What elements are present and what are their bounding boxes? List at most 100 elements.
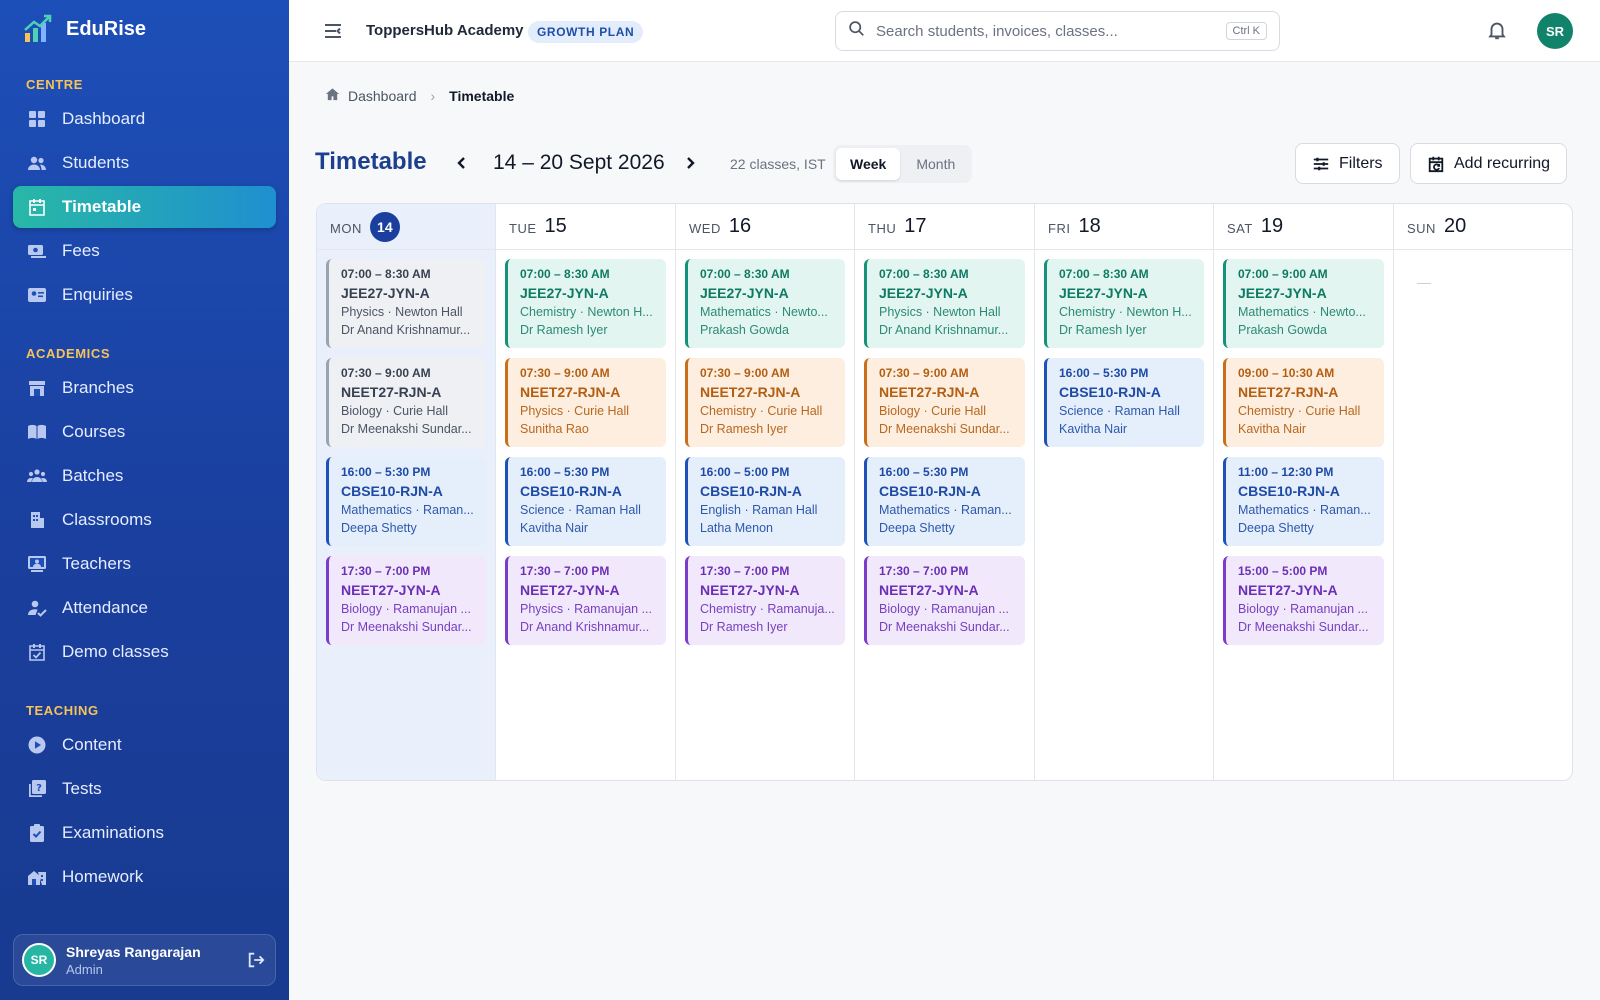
avatar[interactable]: SR [1537, 13, 1573, 49]
view-week-button[interactable]: Week [836, 148, 901, 180]
search-shortcut: Ctrl K [1225, 22, 1267, 40]
sidebar-item-classrooms[interactable]: Classrooms [13, 499, 276, 541]
class-event-card[interactable]: 07:00 – 8:30 AM JEE27-JYN-A Chemistry · Ne… [1044, 259, 1204, 348]
class-event-card[interactable]: 16:00 – 5:30 PM CBSE10-RJN-A Mathematics ·… [326, 457, 486, 546]
event-batch: NEET27-RJN-A [520, 384, 621, 400]
event-teacher: Sunitha Rao [520, 422, 589, 436]
sidebar-item-examinations[interactable]: Examinations [13, 812, 276, 854]
search-box[interactable]: Ctrl K [835, 11, 1280, 51]
event-batch: NEET27-JYN-A [520, 582, 620, 598]
day-column-fri[interactable]: FRI 18 07:00 – 8:30 AM JEE27-JYN-A Chemistry… [1035, 204, 1214, 780]
nav-section-teaching: TEACHING [26, 703, 99, 718]
home-icon[interactable] [325, 87, 340, 105]
user-card[interactable]: SR Shreyas Rangarajan Admin [13, 934, 276, 986]
sidebar-item-courses[interactable]: Courses [13, 411, 276, 453]
breadcrumb-dashboard[interactable]: Dashboard [348, 88, 417, 104]
view-month-button[interactable]: Month [902, 148, 969, 180]
day-header: SUN 20 [1394, 204, 1572, 250]
dashboard-icon [27, 109, 47, 129]
event-time: 17:30 – 7:00 PM [341, 564, 431, 578]
event-list: 07:00 – 8:30 AM JEE27-JYN-A Mathematics · … [676, 250, 854, 645]
bell-icon[interactable] [1486, 19, 1510, 43]
sidebar-item-dashboard[interactable]: Dashboard [13, 98, 276, 140]
day-column-mon[interactable]: MON 14 07:00 – 8:30 AM JEE27-JYN-A Physics ·… [317, 204, 496, 780]
event-teacher: Dr Ramesh Iyer [700, 620, 788, 634]
event-teacher: Dr Meenakshi Sundar... [341, 620, 472, 634]
class-event-card[interactable]: 16:00 – 5:30 PM CBSE10-RJN-A Science · Ram… [1044, 358, 1204, 447]
add-recurring-button[interactable]: Add recurring [1410, 143, 1568, 184]
collapse-menu-icon[interactable] [323, 21, 343, 41]
event-teacher: Kavitha Nair [1059, 422, 1128, 436]
sidebar-item-timetable[interactable]: Timetable [13, 186, 276, 228]
sidebar-item-fees[interactable]: Fees [13, 230, 276, 272]
brand[interactable]: EduRise [22, 12, 146, 46]
sidebar-item-homework[interactable]: Homework [13, 856, 276, 898]
sidebar-item-attendance[interactable]: Attendance [13, 587, 276, 629]
sidebar-item-content[interactable]: Content [13, 724, 276, 766]
event-subject-room: Chemistry · Curie Hall [700, 404, 823, 418]
event-subject-room: Chemistry · Newton H... [1059, 305, 1192, 319]
logout-icon[interactable] [245, 949, 267, 971]
search-icon [848, 20, 865, 42]
class-event-card[interactable]: 07:30 – 9:00 AM NEET27-RJN-A Biology · Cur… [326, 358, 486, 447]
chevron-right-icon [687, 157, 695, 169]
class-event-card[interactable]: 16:00 – 5:30 PM CBSE10-RJN-A Science · Ram… [505, 457, 666, 546]
sidebar-item-demo-classes[interactable]: Demo classes [13, 631, 276, 673]
day-column-thu[interactable]: THU 17 07:00 – 8:30 AM JEE27-JYN-A Physics ·… [855, 204, 1035, 780]
sidebar-item-label: Classrooms [62, 510, 152, 529]
event-time: 07:00 – 8:30 AM [520, 267, 610, 281]
day-name: WED [689, 220, 721, 236]
event-list: 07:00 – 8:30 AM JEE27-JYN-A Physics · Newt… [855, 250, 1034, 645]
class-event-card[interactable]: 16:00 – 5:00 PM CBSE10-RJN-A English · Ram… [685, 457, 845, 546]
class-event-card[interactable]: 17:30 – 7:00 PM NEET27-JYN-A Physics · Ram… [505, 556, 666, 645]
class-event-card[interactable]: 07:00 – 8:30 AM JEE27-JYN-A Physics · Newt… [326, 259, 486, 348]
user-name: Shreyas Rangarajan [66, 943, 201, 960]
class-event-card[interactable]: 16:00 – 5:30 PM CBSE10-RJN-A Mathematics ·… [864, 457, 1025, 546]
next-week-button[interactable] [679, 151, 701, 175]
sidebar-item-label: Batches [62, 466, 124, 485]
sidebar-item-batches[interactable]: Batches [13, 455, 276, 497]
class-event-card[interactable]: 07:30 – 9:00 AM NEET27-RJN-A Biology · Cur… [864, 358, 1025, 447]
class-event-card[interactable]: 07:30 – 9:00 AM NEET27-RJN-A Chemistry · C… [685, 358, 845, 447]
prev-week-button[interactable] [451, 151, 473, 175]
class-event-card[interactable]: 07:00 – 9:00 AM JEE27-JYN-A Mathematics · … [1223, 259, 1384, 348]
day-column-tue[interactable]: TUE 15 07:00 – 8:30 AM JEE27-JYN-A Chemistry… [496, 204, 676, 780]
day-column-sat[interactable]: SAT 19 07:00 – 9:00 AM JEE27-JYN-A Mathemati… [1214, 204, 1394, 780]
sidebar-item-students[interactable]: Students [13, 142, 276, 184]
event-time: 16:00 – 5:30 PM [879, 465, 969, 479]
event-teacher: Prakash Gowda [1238, 323, 1327, 337]
class-event-card[interactable]: 07:00 – 8:30 AM JEE27-JYN-A Mathematics · … [685, 259, 845, 348]
class-event-card[interactable]: 15:00 – 5:00 PM NEET27-JYN-A Biology · Ram… [1223, 556, 1384, 645]
class-event-card[interactable]: 17:30 – 7:00 PM NEET27-JYN-A Chemistry · R… [685, 556, 845, 645]
sidebar-item-teachers[interactable]: Teachers [13, 543, 276, 585]
sidebar-item-enquiries[interactable]: Enquiries [13, 274, 276, 316]
search-input[interactable] [876, 22, 1226, 40]
event-batch: CBSE10-RJN-A [1059, 384, 1161, 400]
event-subject-room: Biology · Ramanujan ... [879, 602, 1009, 616]
sidebar-item-branches[interactable]: Branches [13, 367, 276, 409]
event-batch: JEE27-JYN-A [1059, 285, 1148, 301]
event-teacher: Deepa Shetty [879, 521, 955, 535]
org-name[interactable]: ToppersHub Academy [366, 22, 524, 39]
class-event-card[interactable]: 07:00 – 8:30 AM JEE27-JYN-A Chemistry · Ne… [505, 259, 666, 348]
class-event-card[interactable]: 07:30 – 9:00 AM NEET27-RJN-A Physics · Cur… [505, 358, 666, 447]
add-recurring-label: Add recurring [1454, 154, 1551, 172]
day-name: MON [330, 220, 362, 236]
brand-name: EduRise [66, 17, 147, 40]
sidebar-item-label: Content [62, 735, 122, 754]
class-event-card[interactable]: 17:30 – 7:00 PM NEET27-JYN-A Biology · Ram… [326, 556, 486, 645]
sidebar-item-tests[interactable]: ? Tests [13, 768, 276, 810]
empty-day-placeholder [1417, 283, 1431, 284]
day-column-wed[interactable]: WED 16 07:00 – 8:30 AM JEE27-JYN-A Mathemati… [676, 204, 855, 780]
class-event-card[interactable]: 07:00 – 8:30 AM JEE27-JYN-A Physics · Newt… [864, 259, 1025, 348]
event-teacher: Deepa Shetty [341, 521, 417, 535]
day-header: MON 14 [317, 204, 495, 250]
event-teacher: Dr Meenakshi Sundar... [879, 620, 1010, 634]
class-event-card[interactable]: 09:00 – 10:30 AM NEET27-RJN-A Chemistry · … [1223, 358, 1384, 447]
day-date: 17 [904, 215, 927, 237]
class-event-card[interactable]: 11:00 – 12:30 PM CBSE10-RJN-A Mathematics … [1223, 457, 1384, 546]
class-event-card[interactable]: 17:30 – 7:00 PM NEET27-JYN-A Biology · Ram… [864, 556, 1025, 645]
branches-icon [27, 378, 47, 398]
day-column-sun[interactable]: SUN 20 [1394, 204, 1572, 780]
filters-button[interactable]: Filters [1295, 143, 1400, 184]
